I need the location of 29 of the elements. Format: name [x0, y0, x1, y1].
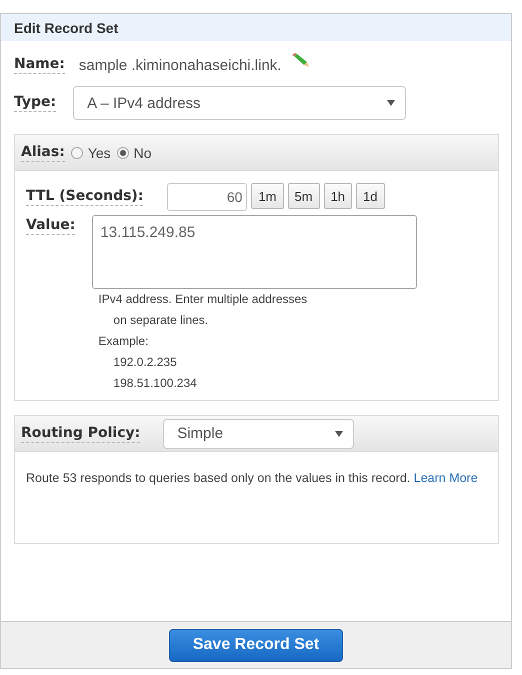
- alias-label: Alias:: [21, 144, 65, 162]
- type-label: Type:: [14, 94, 56, 112]
- name-value: sample .kiminonahaseichi.link.: [78, 56, 282, 74]
- panel-title: Edit Record Set: [14, 20, 118, 36]
- value-textarea[interactable]: 13.115.249.85: [92, 215, 418, 289]
- type-dropdown[interactable]: A – IPv4 address: [73, 86, 406, 120]
- routing-dropdown[interactable]: Simple: [163, 418, 354, 448]
- ttl-preset-button[interactable]: 1h: [324, 183, 352, 209]
- alias-radio[interactable]: No: [116, 144, 152, 160]
- name-label: Name:: [14, 56, 65, 74]
- ttl-preset-button[interactable]: 1m: [251, 183, 284, 209]
- ttl-label: TTL (Seconds):: [26, 188, 144, 206]
- alias-radio[interactable]: Yes: [70, 144, 111, 160]
- help-text: Example:: [97, 333, 150, 350]
- caret-icon: [387, 100, 396, 106]
- routing-description: Route 53 responds to queries based only on the values in this record. Learn More: [26, 470, 479, 487]
- routing-label: Routing Policy:: [21, 424, 140, 442]
- save-button[interactable]: Save Record Set: [169, 628, 343, 662]
- help-text: on separate lines.: [112, 312, 210, 329]
- help-text: 198.51.100.234: [112, 375, 198, 392]
- help-text: 192.0.2.235: [112, 354, 178, 371]
- pencil-icon[interactable]: [291, 53, 312, 69]
- learn-more-link[interactable]: Learn More: [414, 471, 478, 485]
- value-label: Value:: [26, 217, 76, 235]
- help-text: IPv4 address. Enter multiple addresses: [97, 291, 308, 308]
- caret-icon: [335, 430, 344, 436]
- ttl-preset-button[interactable]: 1d: [356, 183, 384, 209]
- ttl-preset-button[interactable]: 5m: [288, 183, 320, 209]
- ttl-input[interactable]: 60: [167, 183, 248, 211]
